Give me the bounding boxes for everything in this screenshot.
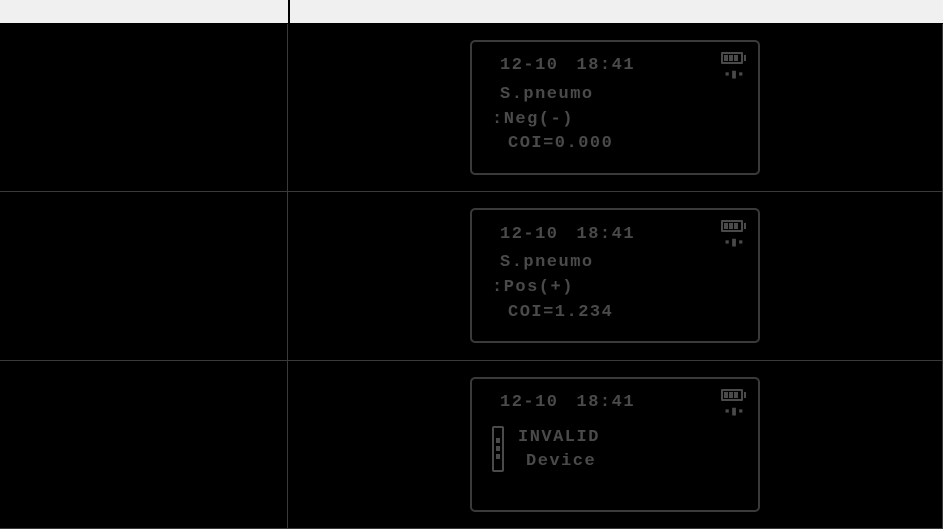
grid-cell-left-3 [0,361,288,529]
coi-value: COI=0.000 [508,132,746,157]
results-grid: 12-10 18:41 ▪▮▪ S.pneumo :Neg(-) COI=0.0… [0,24,943,529]
grid-cell-right-2: 12-10 18:41 ▪▮▪ S.pneumo :Pos(+) COI=1.2… [288,192,943,360]
status-row: 12-10 18:41 ▪▮▪ [500,52,746,81]
cartridge-icon [492,426,504,472]
grid-cell-right-1: 12-10 18:41 ▪▮▪ S.pneumo :Neg(-) COI=0.0… [288,24,943,192]
sound-icon: ▪▮▪ [723,68,743,81]
time-text: 18:41 [577,54,636,79]
status-row: 12-10 18:41 ▪▮▪ [500,389,746,418]
test-name: S.pneumo [500,83,746,108]
result-value: :Neg(-) [492,108,746,133]
grid-cell-left-2 [0,192,288,360]
status-row: 12-10 18:41 ▪▮▪ [500,220,746,249]
coi-value: COI=1.234 [508,301,746,326]
device-screen-positive: 12-10 18:41 ▪▮▪ S.pneumo :Pos(+) COI=1.2… [470,208,760,343]
battery-icon [721,389,746,401]
time-text: 18:41 [577,391,636,416]
result-value: :Pos(+) [492,276,746,301]
header-strip [0,0,943,24]
sound-icon: ▪▮▪ [723,236,743,249]
grid-cell-right-3: 12-10 18:41 ▪▮▪ INVALID Device [288,361,943,529]
device-screen-invalid: 12-10 18:41 ▪▮▪ INVALID Device [470,377,760,512]
date-text: 12-10 [500,223,559,248]
sound-icon: ▪▮▪ [723,405,743,418]
date-text: 12-10 [500,391,559,416]
date-text: 12-10 [500,54,559,79]
grid-cell-left-1 [0,24,288,192]
battery-icon [721,220,746,232]
device-screen-negative: 12-10 18:41 ▪▮▪ S.pneumo :Neg(-) COI=0.0… [470,40,760,175]
test-name: S.pneumo [500,251,746,276]
battery-icon [721,52,746,64]
error-text: INVALID [518,426,600,451]
error-detail: Device [526,450,600,475]
header-divider [288,0,290,23]
time-text: 18:41 [577,223,636,248]
